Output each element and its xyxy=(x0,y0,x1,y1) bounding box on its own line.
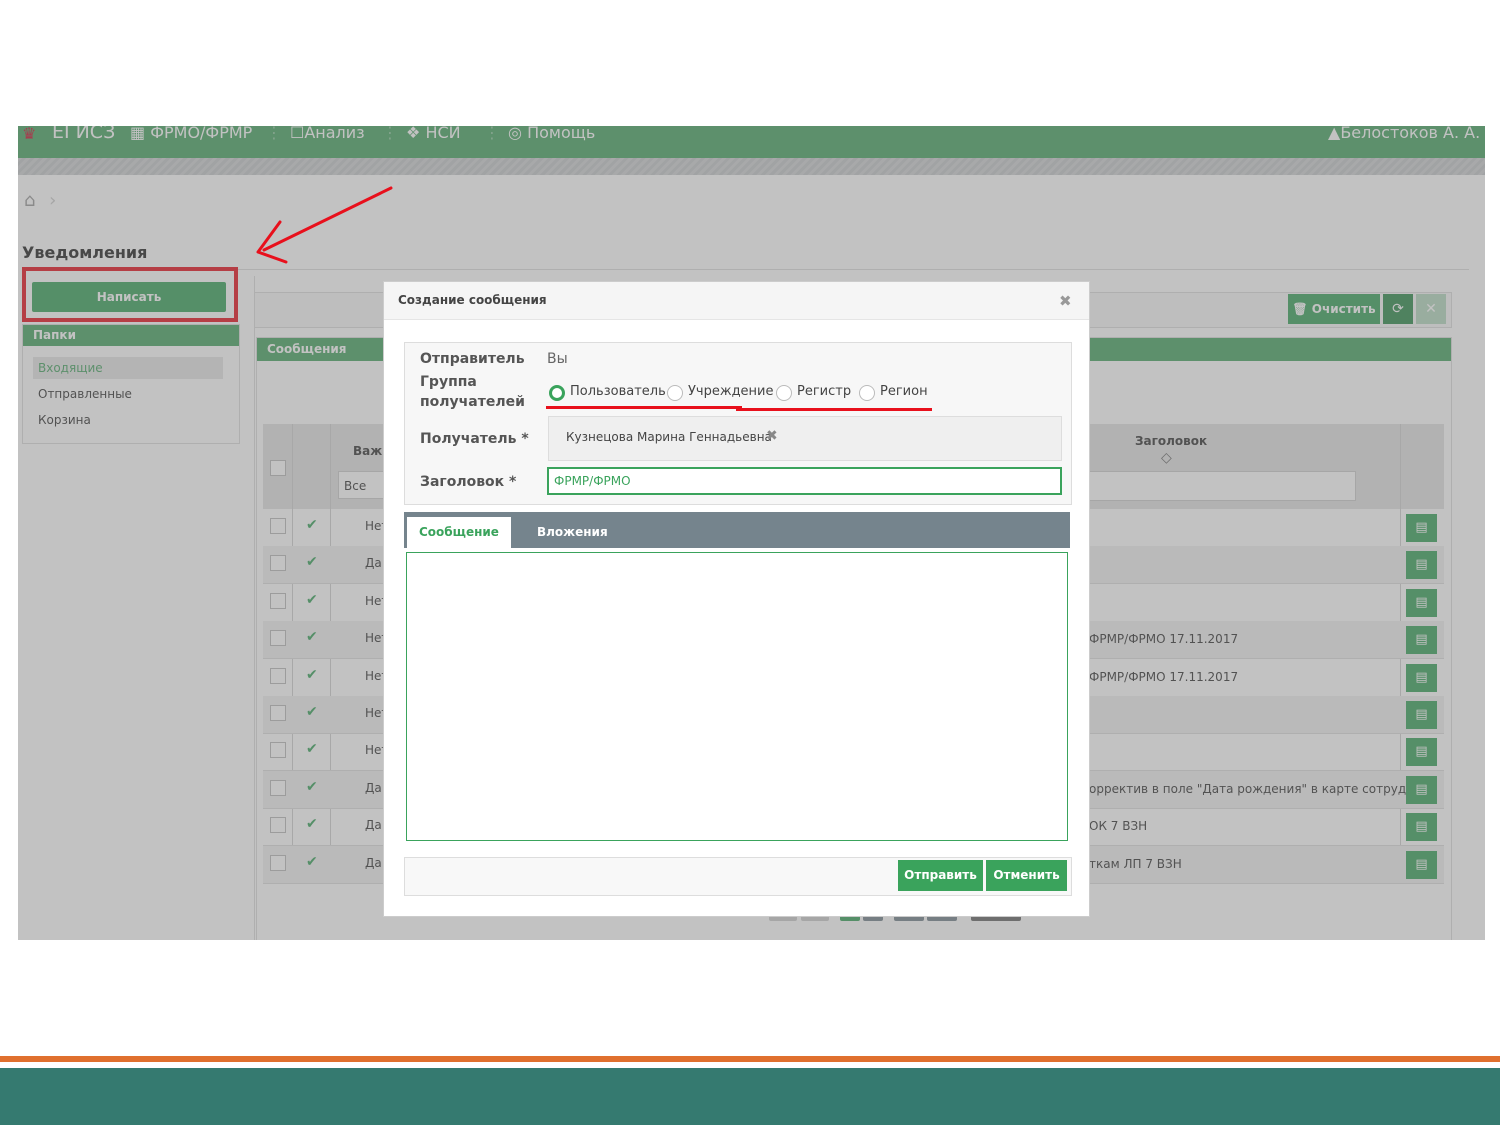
sender-label: Отправитель xyxy=(420,351,525,367)
message-tabs: Сообщение Вложения xyxy=(404,512,1070,548)
annotation-underline xyxy=(546,406,742,409)
radio-institution-label: Учреждение xyxy=(688,384,774,399)
subject-label: Заголовок * xyxy=(420,474,517,490)
radio-unchecked-icon xyxy=(776,385,792,401)
close-icon[interactable]: ✖ xyxy=(1059,292,1072,310)
recipient-group-label: Группа xyxy=(420,374,477,390)
send-button[interactable]: Отправить xyxy=(898,860,983,891)
subject-input[interactable] xyxy=(547,467,1062,495)
message-body-editor[interactable] xyxy=(406,552,1068,841)
sender-value: Вы xyxy=(547,351,568,367)
recipient-input[interactable]: Кузнецова Марина Геннадьевна ✖ xyxy=(548,416,1062,461)
radio-register-label: Регистр xyxy=(797,384,852,399)
radio-checked-icon xyxy=(549,385,565,401)
cancel-button[interactable]: Отменить xyxy=(986,860,1067,891)
dialog-title: Создание сообщения xyxy=(398,293,547,307)
radio-region-label: Регион xyxy=(880,384,928,399)
recipient-chip: Кузнецова Марина Геннадьевна xyxy=(566,430,772,444)
tab-message[interactable]: Сообщение xyxy=(407,517,511,548)
slide-footer-line xyxy=(0,1056,1500,1062)
radio-unchecked-icon xyxy=(667,385,683,401)
radio-user-label: Пользователь xyxy=(570,384,666,399)
annotation-underline xyxy=(736,408,932,411)
radio-unchecked-icon xyxy=(859,385,875,401)
recipient-group-label-line2: получателей xyxy=(420,394,525,410)
recipient-label: Получатель * xyxy=(420,431,529,447)
create-message-dialog: Создание сообщения ✖ Отправитель Вы Груп… xyxy=(383,281,1090,917)
dialog-header: Создание сообщения ✖ xyxy=(384,282,1089,320)
slide-footer-band xyxy=(0,1068,1500,1125)
remove-recipient-icon[interactable]: ✖ xyxy=(766,428,778,444)
annotation-arrow xyxy=(256,186,393,264)
tab-attachments[interactable]: Вложения xyxy=(525,517,620,548)
